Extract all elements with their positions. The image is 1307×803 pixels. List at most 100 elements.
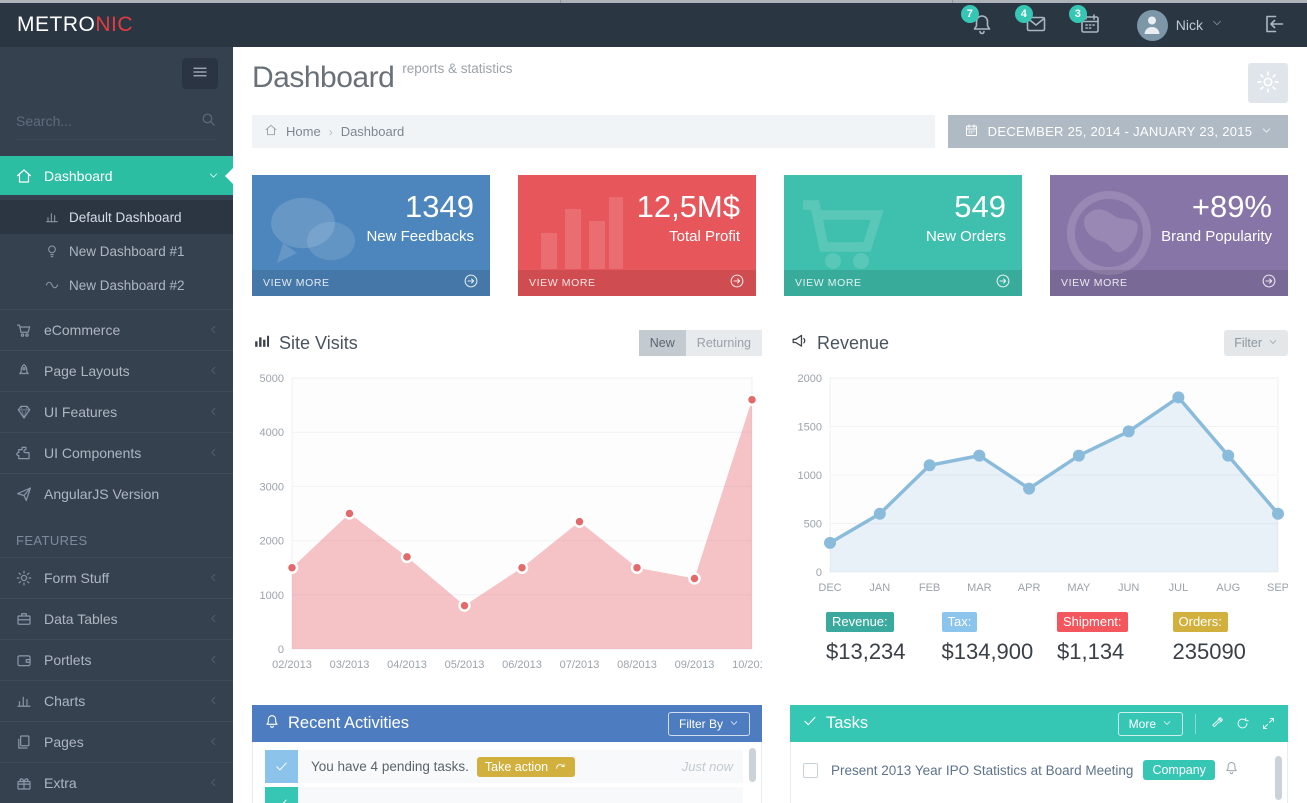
- sidebar-item-page-layouts[interactable]: Page Layouts: [0, 350, 233, 391]
- tasks-more-button[interactable]: More: [1118, 712, 1183, 736]
- task-checkbox[interactable]: [803, 763, 818, 778]
- app-logo[interactable]: METRONIC: [0, 13, 233, 37]
- sidebar-item-pages[interactable]: Pages: [0, 721, 233, 762]
- site-visits-title: Site Visits: [279, 333, 358, 354]
- take-action-button[interactable]: Take action: [477, 757, 575, 777]
- svg-text:06/2013: 06/2013: [502, 659, 542, 671]
- briefcase-icon: [15, 610, 33, 628]
- tab-returning[interactable]: Returning: [686, 330, 762, 356]
- sidebar-subitem-new-dashboard-1[interactable]: New Dashboard #1: [0, 234, 233, 268]
- tasks-reload-button[interactable]: [1234, 716, 1250, 732]
- bars-icon: [44, 209, 60, 225]
- sidebar-item-ui-features[interactable]: UI Features: [0, 391, 233, 432]
- notification-icons: 7 4 3: [969, 12, 1103, 38]
- chevron-left-icon: [208, 734, 219, 750]
- globe-solid-icon: [1054, 185, 1164, 281]
- site-visits-chart: 01000200030004000500002/201303/201304/20…: [252, 370, 762, 675]
- activity-row: [265, 787, 743, 803]
- bell-notification-button[interactable]: 7: [969, 12, 995, 38]
- chevron-down-icon: [208, 168, 219, 184]
- stat-cards-row: 1349 New Feedbacks VIEW MORE 12,5M$ Tota…: [252, 175, 1288, 296]
- search-input[interactable]: [16, 113, 200, 129]
- calendar-notification-button[interactable]: 3: [1077, 12, 1103, 38]
- sidebar: Dashboard Default Dashboard New Dashboar…: [0, 47, 233, 803]
- gear-icon: [15, 569, 33, 587]
- chevron-down-icon: [729, 717, 739, 731]
- logout-button[interactable]: [1261, 12, 1287, 38]
- hamburger-icon: [191, 63, 209, 84]
- sidebar-item-angularjs-version[interactable]: AngularJS Version: [0, 473, 233, 514]
- chevron-down-icon: [1268, 336, 1278, 350]
- recent-activities-panel: Recent Activities Filter By You have 4 p…: [252, 705, 762, 803]
- tasks-config-button[interactable]: [1208, 716, 1224, 732]
- svg-text:500: 500: [804, 519, 822, 531]
- scrollbar-thumb[interactable]: [1275, 756, 1282, 800]
- sidebar-section-label: FEATURES: [0, 514, 233, 557]
- chevron-left-icon: [208, 693, 219, 709]
- revenue-stat-shipment: Shipment: $1,134: [1057, 612, 1173, 665]
- pages-icon: [15, 733, 33, 751]
- view-more-label: VIEW MORE: [1061, 277, 1128, 289]
- sidebar-item-data-tables[interactable]: Data Tables: [0, 598, 233, 639]
- activities-filter-by-button[interactable]: Filter By: [668, 712, 750, 736]
- view-more-link[interactable]: VIEW MORE: [1050, 270, 1288, 296]
- stat-label: Brand Popularity: [1161, 228, 1272, 245]
- sidebar-item-label: AngularJS Version: [44, 486, 159, 502]
- svg-text:0: 0: [816, 567, 822, 579]
- scrollbar-thumb[interactable]: [749, 748, 756, 782]
- sidebar-item-extra[interactable]: Extra: [0, 762, 233, 803]
- bar-chart-icon: [252, 331, 271, 355]
- view-more-link[interactable]: VIEW MORE: [784, 270, 1022, 296]
- megaphone-icon: [790, 331, 809, 355]
- view-more-link[interactable]: VIEW MORE: [518, 270, 756, 296]
- svg-text:APR: APR: [1018, 582, 1041, 594]
- stat-card-brand-popularity: +89% Brand Popularity VIEW MORE: [1050, 175, 1288, 296]
- refresh-icon: [1235, 719, 1250, 734]
- breadcrumb-separator: ›: [329, 125, 333, 139]
- sidebar-item-label: Page Layouts: [44, 363, 130, 379]
- svg-text:05/2013: 05/2013: [445, 659, 485, 671]
- bell-icon: [264, 713, 280, 734]
- trend-icon: [44, 277, 60, 293]
- bell-icon: [1224, 760, 1239, 780]
- svg-text:4000: 4000: [260, 427, 284, 439]
- stat-value: 12,5M$: [637, 189, 740, 225]
- activity-row: You have 4 pending tasks. Take action Ju…: [265, 750, 743, 783]
- envelope-icon: [1024, 24, 1048, 39]
- sidebar-item-ui-components[interactable]: UI Components: [0, 432, 233, 473]
- tab-new[interactable]: New: [639, 330, 686, 356]
- chevron-left-icon: [208, 775, 219, 791]
- view-more-link[interactable]: VIEW MORE: [252, 270, 490, 296]
- svg-text:2000: 2000: [260, 536, 284, 548]
- sidebar-item-form-stuff[interactable]: Form Stuff: [0, 557, 233, 598]
- stat-value: $13,234: [826, 639, 942, 665]
- sidebar-item-portlets[interactable]: Portlets: [0, 639, 233, 680]
- sidebar-item-label: UI Components: [44, 445, 141, 461]
- sidebar-subitem-new-dashboard-2[interactable]: New Dashboard #2: [0, 268, 233, 302]
- search-button[interactable]: [200, 111, 217, 131]
- envelope-notification-button[interactable]: 4: [1023, 12, 1049, 38]
- tasks-fullscreen-button[interactable]: [1260, 716, 1276, 732]
- sidebar-item-label: Charts: [44, 693, 85, 709]
- page-settings-button[interactable]: [1248, 63, 1288, 103]
- notification-count-badge: 7: [961, 5, 979, 23]
- chevron-left-icon: [208, 445, 219, 461]
- sidebar-item-label: Data Tables: [44, 611, 118, 627]
- tasks-list: Present 2013 Year IPO Statistics at Boar…: [790, 742, 1288, 803]
- task-text: Present 2013 Year IPO Statistics at Boar…: [831, 763, 1133, 778]
- sidebar-subitem-default-dashboard[interactable]: Default Dashboard: [0, 200, 233, 234]
- sidebar-item-ecommerce[interactable]: eCommerce: [0, 309, 233, 350]
- browser-edge: [0, 0, 1307, 3]
- breadcrumb-home[interactable]: Home: [286, 124, 321, 139]
- sidebar-item-charts[interactable]: Charts: [0, 680, 233, 721]
- cart-solid-icon: [788, 185, 898, 281]
- notification-count-badge: 4: [1015, 5, 1033, 23]
- revenue-filter-button[interactable]: Filter: [1224, 330, 1288, 356]
- revenue-stats-row: Revenue: $13,234 Tax: $134,900 Shipment:…: [790, 612, 1288, 665]
- sidebar-item-dashboard[interactable]: Dashboard: [0, 156, 233, 195]
- tools-divider: [1195, 714, 1196, 734]
- site-visits-tabs: NewReturning: [639, 330, 762, 356]
- user-menu[interactable]: Nick: [1137, 10, 1223, 41]
- date-range-picker[interactable]: DECEMBER 25, 2014 - JANUARY 23, 2015: [948, 115, 1288, 148]
- sidebar-toggler-button[interactable]: [182, 58, 218, 89]
